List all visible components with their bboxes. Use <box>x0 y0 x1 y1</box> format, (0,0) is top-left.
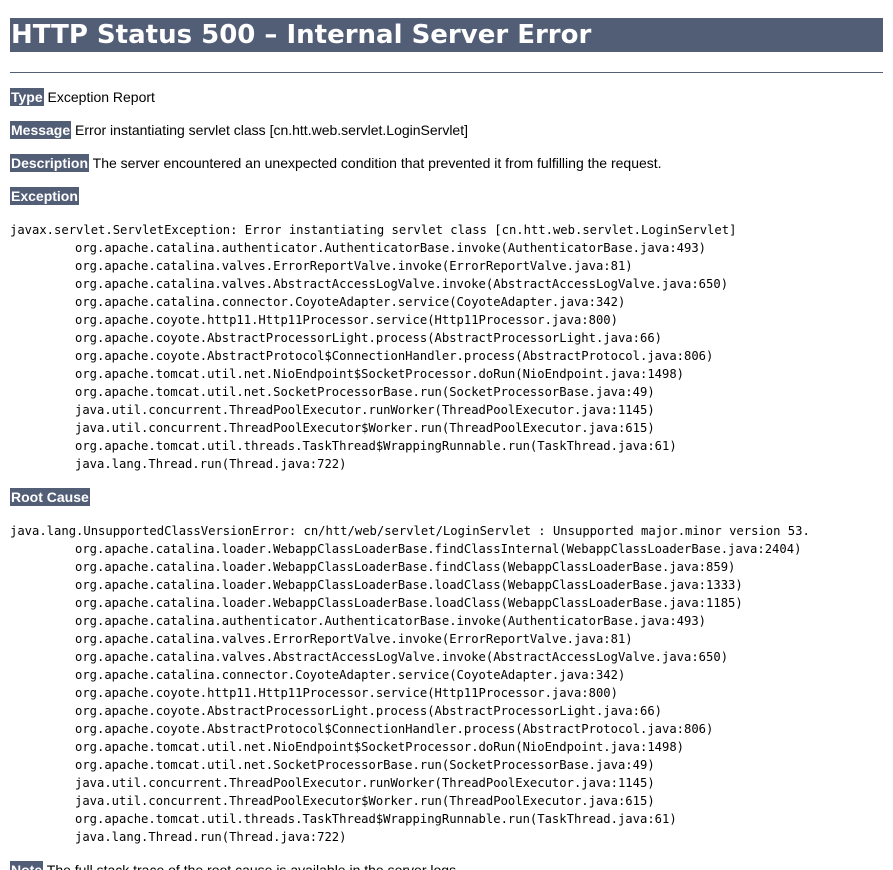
stack-frame: org.apache.catalina.loader.WebappClassLo… <box>75 542 802 556</box>
description-label: Description <box>10 154 90 172</box>
stack-frame: org.apache.catalina.valves.ErrorReportVa… <box>75 259 633 273</box>
stack-frame: org.apache.coyote.http11.Http11Processor… <box>75 686 618 700</box>
footer-note: Note The full stack trace of the root ca… <box>10 861 460 870</box>
stack-frame: org.apache.catalina.valves.AbstractAcces… <box>75 277 729 291</box>
stack-frame: org.apache.coyote.AbstractProtocol$Conne… <box>75 722 714 736</box>
stack-frame: org.apache.coyote.AbstractProtocol$Conne… <box>75 349 714 363</box>
stack-frame: org.apache.tomcat.util.net.SocketProcess… <box>75 758 655 772</box>
stack-frame: org.apache.catalina.loader.WebappClassLo… <box>75 596 743 610</box>
stack-frame: org.apache.coyote.AbstractProcessorLight… <box>75 331 662 345</box>
divider <box>10 72 883 73</box>
note-label: Note <box>10 861 44 870</box>
type-value: Exception Report <box>47 89 155 105</box>
exception-heading: Exception <box>10 187 883 205</box>
root-cause-label: Root Cause <box>10 488 90 506</box>
root-cause-stack-trace: java.lang.UnsupportedClassVersionError: … <box>10 522 893 846</box>
stack-frame: org.apache.catalina.connector.CoyoteAdap… <box>75 295 626 309</box>
type-field: Type Exception Report <box>10 88 883 106</box>
exception-head: javax.servlet.ServletException: Error in… <box>10 223 737 237</box>
page-title: HTTP Status 500 – Internal Server Error <box>10 18 883 52</box>
exception-label: Exception <box>10 187 79 205</box>
stack-frame: org.apache.catalina.authenticator.Authen… <box>75 614 707 628</box>
note-value: The full stack trace of the root cause i… <box>46 862 460 870</box>
message-field: Message Error instantiating servlet clas… <box>10 121 883 139</box>
stack-frame: org.apache.catalina.loader.WebappClassLo… <box>75 560 736 574</box>
description-value: The server encountered an unexpected con… <box>92 155 662 171</box>
error-page: HTTP Status 500 – Internal Server Error … <box>10 18 883 846</box>
stack-frame: org.apache.catalina.valves.ErrorReportVa… <box>75 632 633 646</box>
exception-stack-trace: javax.servlet.ServletException: Error in… <box>10 221 893 473</box>
root-cause-heading: Root Cause <box>10 488 883 506</box>
stack-frame: java.lang.Thread.run(Thread.java:722) <box>75 457 347 471</box>
message-label: Message <box>10 121 72 139</box>
type-label: Type <box>10 88 44 106</box>
stack-frame: org.apache.catalina.connector.CoyoteAdap… <box>75 668 626 682</box>
root-cause-head: java.lang.UnsupportedClassVersionError: … <box>10 524 810 538</box>
stack-frame: org.apache.coyote.http11.Http11Processor… <box>75 313 618 327</box>
stack-frame: org.apache.tomcat.util.threads.TaskThrea… <box>75 439 677 453</box>
stack-frame: org.apache.catalina.valves.AbstractAcces… <box>75 650 729 664</box>
stack-frame: org.apache.catalina.loader.WebappClassLo… <box>75 578 743 592</box>
stack-frame: org.apache.tomcat.util.net.SocketProcess… <box>75 385 655 399</box>
stack-frame: java.util.concurrent.ThreadPoolExecutor.… <box>75 403 655 417</box>
stack-frame: org.apache.catalina.authenticator.Authen… <box>75 241 707 255</box>
message-value: Error instantiating servlet class [cn.ht… <box>75 122 468 138</box>
description-field: Description The server encountered an un… <box>10 154 883 172</box>
stack-frame: org.apache.tomcat.util.net.NioEndpoint$S… <box>75 367 685 381</box>
stack-frame: java.util.concurrent.ThreadPoolExecutor.… <box>75 776 655 790</box>
stack-frame: java.util.concurrent.ThreadPoolExecutor$… <box>75 794 655 808</box>
stack-frame: org.apache.tomcat.util.threads.TaskThrea… <box>75 812 677 826</box>
stack-frame: java.util.concurrent.ThreadPoolExecutor$… <box>75 421 655 435</box>
stack-frame: org.apache.coyote.AbstractProcessorLight… <box>75 704 662 718</box>
stack-frame: org.apache.tomcat.util.net.NioEndpoint$S… <box>75 740 685 754</box>
stack-frame: java.lang.Thread.run(Thread.java:722) <box>75 830 347 844</box>
